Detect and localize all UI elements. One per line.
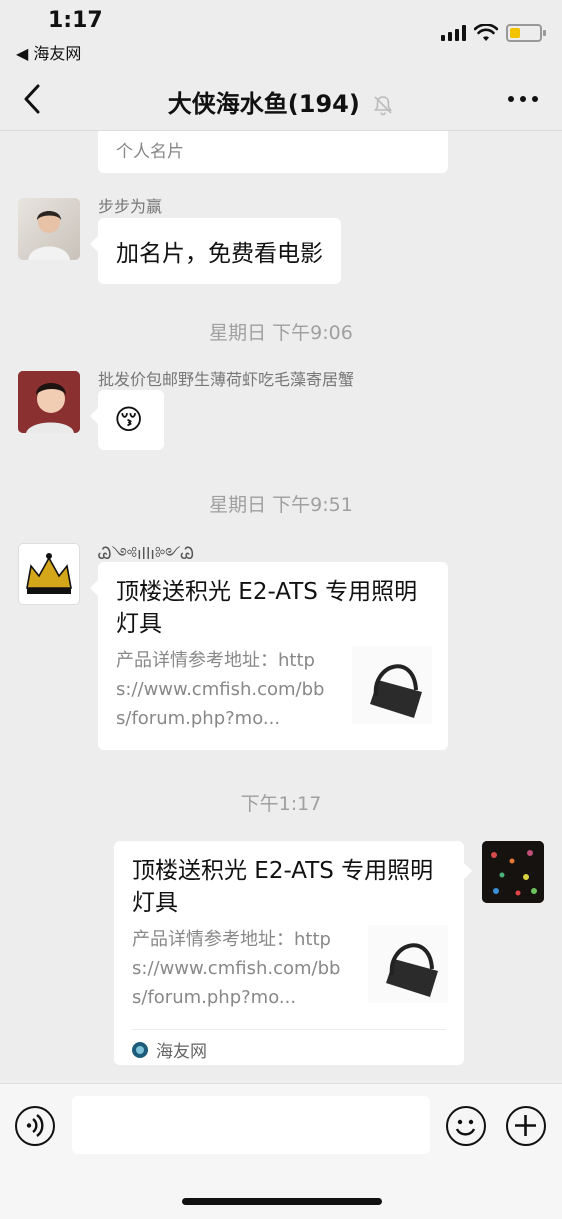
sender-name: 步步为赢: [98, 197, 163, 216]
link-card-bubble[interactable]: 顶楼送积光 E2-ATS 专用照明灯具 产品详情参考地址：https://www…: [114, 841, 472, 1065]
avatar[interactable]: [18, 371, 80, 433]
signal-icon: [441, 25, 466, 41]
lamp-product-thumbnail: [368, 925, 448, 1003]
wifi-icon: [474, 24, 498, 41]
avatar-girl-image: [18, 371, 80, 433]
link-card-description: 产品详情参考地址：https://www.cmfish.com/bbs/foru…: [116, 650, 325, 729]
emoji-button[interactable]: [446, 1106, 486, 1146]
back-to-app-link[interactable]: ◀ 海友网: [16, 40, 81, 64]
battery-icon: [506, 24, 546, 42]
voice-input-button[interactable]: [15, 1106, 55, 1146]
more-features-button[interactable]: [506, 1106, 546, 1146]
link-card-title: 顶楼送积光 E2-ATS 专用照明灯具: [116, 579, 418, 637]
voice-icon: [26, 1114, 44, 1137]
message-input[interactable]: [72, 1096, 430, 1154]
status-icons: [441, 24, 546, 42]
link-card-bubble[interactable]: 顶楼送积光 E2-ATS 专用照明灯具 产品详情参考地址：https://www…: [90, 562, 448, 750]
chat-message-list[interactable]: 个人名片 步步为赢 加名片，免费看电影 星期日 下午9:06 批发价包邮野生薄荷…: [0, 131, 562, 1083]
source-app-icon: [132, 1041, 148, 1058]
home-indicator[interactable]: [182, 1198, 382, 1205]
mute-bell-icon: [374, 96, 393, 116]
link-source-label: 海友网: [156, 1042, 207, 1062]
kissing-face-emoji: 😚: [114, 403, 144, 436]
link-card-title: 顶楼送积光 E2-ATS 专用照明灯具: [132, 858, 434, 916]
avatar-man-image: [28, 211, 70, 260]
lamp-product-thumbnail: [352, 646, 432, 724]
contact-card-label: 个人名片: [116, 142, 184, 162]
status-time: 1:17: [48, 8, 103, 33]
avatar[interactable]: [18, 543, 80, 605]
message-bubble[interactable]: 加名片，免费看电影: [90, 218, 341, 284]
emoji-message-bubble[interactable]: 😚: [90, 390, 164, 450]
timestamp: 星期日 下午9:51: [209, 494, 353, 516]
link-source: 海友网: [132, 1037, 207, 1062]
plus-icon: [515, 1115, 536, 1136]
timestamp: 星期日 下午9:06: [209, 322, 353, 344]
status-bar: 1:17 ◀ 海友网: [0, 0, 562, 70]
chat-header: 大侠海水鱼(194): [0, 70, 562, 131]
contact-card-bubble[interactable]: 个人名片: [98, 131, 448, 173]
chat-title-text: 大侠海水鱼(194): [167, 90, 360, 118]
link-card-description: 产品详情参考地址：https://www.cmfish.com/bbs/foru…: [132, 929, 341, 1008]
smiley-icon: [455, 1119, 476, 1136]
crown-icon: [26, 553, 72, 594]
more-options-button[interactable]: [508, 96, 538, 102]
sender-name: 批发价包邮野生薄荷虾吃毛藻寄居蟹: [98, 370, 355, 389]
avatar[interactable]: [18, 198, 80, 260]
avatar-coral-image: [482, 841, 544, 903]
divider: [132, 1029, 446, 1030]
my-avatar[interactable]: [482, 841, 544, 903]
timestamp: 下午1:17: [240, 793, 322, 815]
chat-title: 大侠海水鱼(194): [0, 84, 562, 119]
